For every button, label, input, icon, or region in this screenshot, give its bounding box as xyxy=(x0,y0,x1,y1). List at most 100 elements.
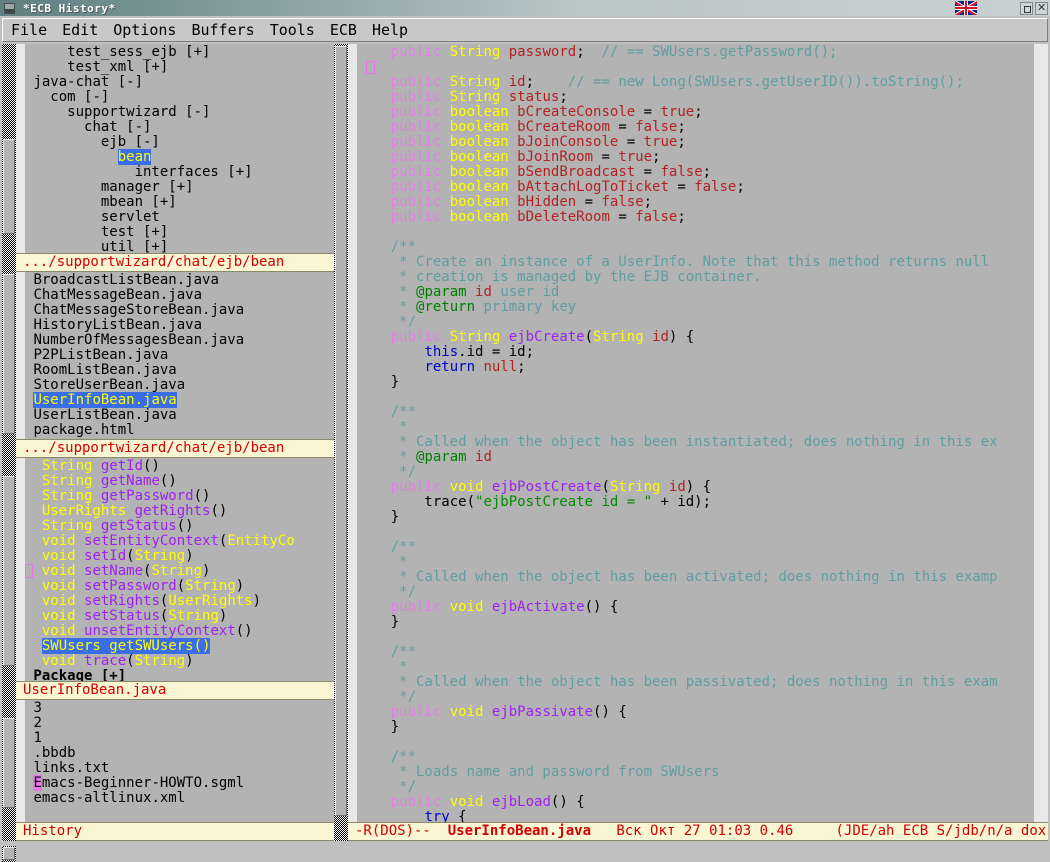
history-item[interactable]: Emacs-Beginner-HOWTO.sgml xyxy=(25,776,334,791)
history-item[interactable]: 1 xyxy=(25,731,334,746)
directory-tree-item-label: util [+] xyxy=(101,239,168,253)
directory-tree-item[interactable]: servlet xyxy=(25,210,334,225)
minimize-icon[interactable] xyxy=(4,3,15,14)
method-list[interactable]: String getId() String getName() String g… xyxy=(25,458,334,681)
method-item[interactable]: String getId() xyxy=(25,459,334,474)
directory-tree[interactable]: test_sess_ejb [+] test_xml [+] java-chat… xyxy=(25,44,334,253)
method-item[interactable]: UserRights getRights() xyxy=(25,504,334,519)
code-line: public String password; // == SWUsers.ge… xyxy=(357,45,1048,60)
history-item[interactable]: links.txt xyxy=(25,761,334,776)
history-scrollbar[interactable] xyxy=(2,700,16,841)
history-item[interactable]: .bbdb xyxy=(25,746,334,761)
code-token: = xyxy=(618,134,643,150)
menu-item-options[interactable]: Options xyxy=(113,21,176,39)
code-token: bCreateConsole xyxy=(517,104,635,120)
directory-tree-item[interactable]: test_xml [+] xyxy=(25,60,334,75)
method-item[interactable]: String getName() xyxy=(25,474,334,489)
history-list[interactable]: 3 2 1 .bbdb links.txt Emacs-Beginner-HOW… xyxy=(25,700,334,806)
source-file-item[interactable]: RoomListBean.java xyxy=(25,363,334,378)
method-item[interactable]: void setId(String) xyxy=(25,549,334,564)
code-token: return xyxy=(424,359,483,375)
code-token: bHidden xyxy=(517,194,576,210)
minibuffer-scrollbar[interactable] xyxy=(2,846,16,862)
menu-item-ecb[interactable]: ECB xyxy=(330,21,357,39)
code-token: ) { xyxy=(669,329,694,345)
code-token xyxy=(357,89,391,105)
code-token: ejbLoad xyxy=(492,794,551,810)
method-item[interactable]: SWUsers getSWUsers() xyxy=(25,639,334,654)
history-item[interactable]: emacs-altlinux.xml xyxy=(25,791,334,806)
method-item[interactable]: String getPassword() xyxy=(25,489,334,504)
source-file-item[interactable]: UserInfoBean.java xyxy=(25,393,334,408)
menu-item-tools[interactable]: Tools xyxy=(270,21,315,39)
method-item[interactable]: void setEntityContext(EntityCo➤ xyxy=(25,534,334,549)
source-file-list[interactable]: BroadcastListBean.java ChatMessageBean.j… xyxy=(25,272,334,439)
directory-tree-item[interactable]: bean xyxy=(25,150,334,165)
code-token: String xyxy=(593,329,652,345)
menu-item-edit[interactable]: Edit xyxy=(62,21,98,39)
directory-tree-item[interactable]: interfaces [+] xyxy=(25,165,334,180)
directory-tree-item[interactable]: mbean [+] xyxy=(25,195,334,210)
method-item[interactable]: void setPassword(String) xyxy=(25,579,334,594)
source-file-item[interactable]: P2PListBean.java xyxy=(25,348,334,363)
source-file-item[interactable]: NumberOfMessagesBean.java xyxy=(25,333,334,348)
method-item-label: String getName() xyxy=(42,473,177,489)
method-item[interactable]: void unsetEntityContext() xyxy=(25,624,334,639)
method-item[interactable]: String getStatus() xyxy=(25,519,334,534)
menu-item-file[interactable]: File xyxy=(11,21,47,39)
history-item[interactable]: 2 xyxy=(25,716,334,731)
code-token: status xyxy=(509,89,560,105)
code-token: boolean xyxy=(450,164,517,180)
code-token xyxy=(357,329,391,345)
source-file-item[interactable]: package.html xyxy=(25,423,334,438)
code-token xyxy=(357,149,391,165)
method-item[interactable]: void setStatus(String) xyxy=(25,609,334,624)
code-line: /** xyxy=(357,405,1048,420)
package-tree-item[interactable]: Package [+] xyxy=(25,669,334,681)
code-token: ejbActivate xyxy=(492,599,585,615)
directory-tree-item[interactable]: test_sess_ejb [+] xyxy=(25,45,334,60)
method-item[interactable]: void setRights(UserRights) xyxy=(25,594,334,609)
menu-item-help[interactable]: Help xyxy=(372,21,408,39)
directory-tree-item[interactable]: java-chat [-] xyxy=(25,75,334,90)
source-file-item[interactable]: ChatMessageStoreBean.java xyxy=(25,303,334,318)
code-token: public xyxy=(391,74,450,90)
maximize-icon[interactable] xyxy=(1020,2,1033,15)
code-token: * Loads name and password from SWUsers xyxy=(357,764,719,780)
minibuffer[interactable] xyxy=(2,846,1048,862)
source-file-item[interactable]: UserListBean.java xyxy=(25,408,334,423)
directory-tree-item[interactable]: com [-] xyxy=(25,90,334,105)
code-token: { xyxy=(450,809,467,822)
code-line: /** xyxy=(357,540,1048,555)
method-item[interactable]: void trace(String) xyxy=(25,654,334,669)
code-token: password xyxy=(509,44,576,60)
sources-scrollbar[interactable] xyxy=(2,272,16,458)
source-file-item[interactable]: ChatMessageBean.java xyxy=(25,288,334,303)
source-file-item[interactable]: BroadcastListBean.java xyxy=(25,273,334,288)
directory-tree-item[interactable]: supportwizard [-] xyxy=(25,105,334,120)
editor-right-fringe xyxy=(1034,44,1048,822)
source-file-item[interactable]: StoreUserBean.java xyxy=(25,378,334,393)
directory-tree-item[interactable]: manager [+] xyxy=(25,180,334,195)
directory-tree-item[interactable]: util [+] xyxy=(25,240,334,253)
source-file-item[interactable]: HistoryListBean.java xyxy=(25,318,334,333)
code-line: /** xyxy=(357,750,1048,765)
directory-tree-item-label: com [-] xyxy=(50,89,109,105)
directory-tree-item[interactable]: ejb [-] xyxy=(25,135,334,150)
history-item[interactable]: 3 xyxy=(25,701,334,716)
methods-scrollbar[interactable] xyxy=(2,458,16,700)
source-file-item-label: RoomListBean.java xyxy=(33,362,176,378)
code-token: () { xyxy=(585,599,619,615)
code-line: * @param id user id xyxy=(357,285,1048,300)
editor-scrollbar[interactable] xyxy=(334,44,348,841)
directory-tree-item[interactable]: chat [-] xyxy=(25,120,334,135)
directory-tree-item[interactable]: test [+] xyxy=(25,225,334,240)
code-token: public xyxy=(391,149,450,165)
close-icon[interactable] xyxy=(1035,2,1048,15)
source-file-item-label: UserInfoBean.java xyxy=(33,392,176,408)
method-item[interactable]: void setName(String) xyxy=(25,564,334,579)
directories-scrollbar[interactable] xyxy=(2,44,16,272)
menu-item-buffers[interactable]: Buffers xyxy=(191,21,254,39)
minibuffer-field[interactable] xyxy=(16,846,1048,862)
code-text-area[interactable]: public String password; // == SWUsers.ge… xyxy=(357,44,1048,822)
